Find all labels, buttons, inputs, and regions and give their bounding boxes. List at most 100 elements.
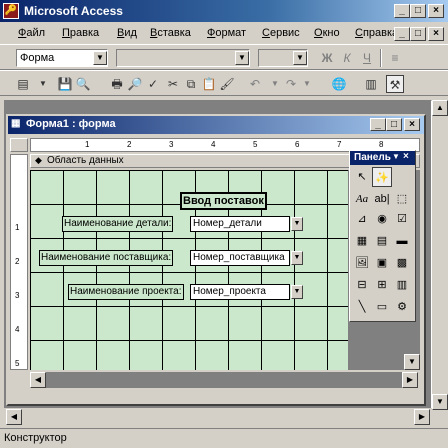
- page-break-icon[interactable]: ⊟: [352, 275, 372, 295]
- form-scroll-right[interactable]: ▶: [402, 372, 418, 388]
- rectangle-tool-icon[interactable]: ▭: [372, 297, 392, 317]
- bound-object-frame-icon[interactable]: ▩: [392, 253, 412, 273]
- toggle-button-icon[interactable]: ⊿: [352, 209, 372, 229]
- tab-control-icon[interactable]: ⊞: [372, 275, 392, 295]
- bold-button[interactable]: Ж: [318, 49, 336, 67]
- option-button-icon[interactable]: ◉: [372, 209, 392, 229]
- ruler-number: 1: [15, 223, 20, 232]
- form-maximize-button[interactable]: □: [386, 118, 402, 131]
- toolbox-toggle-icon[interactable]: ⚒: [386, 75, 404, 93]
- font-size-dropdown[interactable]: ▼: [293, 51, 307, 65]
- ruler-number: 1: [85, 140, 90, 149]
- doc-close-button[interactable]: ×: [428, 27, 444, 41]
- select-objects-icon[interactable]: ↖: [352, 167, 372, 187]
- font-combo[interactable]: [116, 49, 250, 67]
- close-button[interactable]: ×: [428, 4, 444, 18]
- workspace-horizontal-scrollbar[interactable]: [4, 408, 432, 426]
- workspace-scroll-up[interactable]: ▲: [432, 100, 448, 116]
- form-selector[interactable]: [10, 138, 28, 152]
- vertical-ruler[interactable]: 1 2 3 4 5: [10, 154, 28, 370]
- menu-help[interactable]: Справка: [355, 27, 398, 39]
- print-icon[interactable]: 🖶: [108, 75, 126, 93]
- toolbox-menu-icon[interactable]: ▼: [392, 152, 400, 161]
- combo-box-tool-icon[interactable]: ▦: [352, 231, 372, 251]
- access-app-icon[interactable]: 🔑: [3, 3, 19, 19]
- workspace-scroll-down[interactable]: ▼: [432, 394, 448, 410]
- detail-combo-dropdown[interactable]: ▼: [291, 217, 303, 231]
- line-tool-icon[interactable]: ╲: [352, 297, 372, 317]
- italic-button[interactable]: К: [338, 49, 356, 67]
- detail-label[interactable]: Наименование детали:: [62, 216, 174, 232]
- project-label[interactable]: Наименование проекта:: [68, 284, 184, 300]
- form-close-button[interactable]: ×: [404, 118, 420, 131]
- supplier-label[interactable]: Наименование поставщика:: [39, 250, 174, 266]
- toolbar-separator: [380, 49, 382, 67]
- option-group-icon[interactable]: ⬚: [392, 189, 412, 209]
- menu-tools[interactable]: Сервис: [262, 27, 300, 39]
- view-dropdown-icon[interactable]: ▼: [34, 75, 52, 93]
- underline-button[interactable]: Ч: [358, 49, 376, 67]
- cut-icon[interactable]: ✂: [164, 75, 182, 93]
- app-title-bar: 🔑 Microsoft Access _ □ ×: [0, 0, 448, 22]
- copy-icon[interactable]: ⧉: [182, 75, 200, 93]
- formatting-toolbar: Форма ▼ ▼ ▼ Ж К Ч ≡: [0, 44, 448, 70]
- print-preview-icon[interactable]: 🔎: [126, 75, 144, 93]
- form-scroll-down[interactable]: ▼: [404, 354, 420, 370]
- toolbox-panel: Панель ▼ × ↖ ✨ Aa ab| ⬚ ⊿ ◉ ☑ ▦ ▤ ▬ 🖼 ▣ …: [349, 150, 416, 322]
- doc-restore-button[interactable]: □: [410, 27, 426, 41]
- ruler-number: 2: [127, 140, 132, 149]
- section-label: Область данных: [47, 155, 124, 166]
- form-icon: ▦: [11, 118, 21, 129]
- supplier-combo-dropdown[interactable]: ▼: [291, 251, 303, 265]
- form-scroll-left[interactable]: ◀: [30, 372, 46, 388]
- form-horizontal-scrollbar[interactable]: [30, 372, 402, 388]
- align-left-icon[interactable]: ≡: [386, 49, 404, 67]
- label-tool-icon[interactable]: Aa: [352, 189, 372, 209]
- heading-label[interactable]: Ввод поставок: [180, 192, 267, 210]
- list-box-tool-icon[interactable]: ▤: [372, 231, 392, 251]
- workspace-scroll-left[interactable]: ◀: [6, 409, 22, 425]
- hyperlink-icon[interactable]: 🌐: [330, 75, 348, 93]
- menu-window[interactable]: Окно: [314, 27, 340, 39]
- checkbox-tool-icon[interactable]: ☑: [392, 209, 412, 229]
- maximize-button[interactable]: □: [410, 4, 426, 18]
- menu-format[interactable]: Формат: [207, 27, 246, 39]
- minimize-button[interactable]: _: [394, 4, 410, 18]
- search-icon[interactable]: 🔍: [74, 75, 92, 93]
- menu-insert[interactable]: Вставка: [150, 27, 191, 39]
- font-combo-dropdown[interactable]: ▼: [235, 51, 249, 65]
- subform-icon[interactable]: ▥: [392, 275, 412, 295]
- paste-icon[interactable]: 📋: [200, 75, 218, 93]
- control-wizards-icon[interactable]: ✨: [372, 167, 392, 187]
- unbound-object-frame-icon[interactable]: ▣: [372, 253, 392, 273]
- view-icon[interactable]: ▤: [14, 75, 32, 93]
- image-tool-icon[interactable]: 🖼: [352, 253, 372, 273]
- undo-icon[interactable]: ↶: [246, 75, 264, 93]
- ruler-number: 3: [15, 291, 20, 300]
- textbox-tool-icon[interactable]: ab|: [372, 189, 392, 209]
- detail-combo-field[interactable]: Номер_детали: [190, 216, 290, 232]
- menu-file[interactable]: Файл: [18, 27, 45, 39]
- status-bar: Конструктор: [0, 428, 448, 448]
- project-combo-field[interactable]: Номер_проекта: [190, 284, 290, 300]
- menu-view[interactable]: Вид: [117, 27, 137, 39]
- save-icon[interactable]: 💾: [56, 75, 74, 93]
- command-button-icon[interactable]: ▬: [392, 231, 412, 251]
- workspace-scroll-right[interactable]: ▶: [414, 409, 430, 425]
- workspace-vertical-scrollbar[interactable]: [432, 100, 448, 408]
- spelling-icon[interactable]: ✓: [144, 75, 162, 93]
- ruler-number: 3: [169, 140, 174, 149]
- more-controls-icon[interactable]: ⚙: [392, 297, 412, 317]
- menu-edit[interactable]: Правка: [62, 27, 99, 39]
- redo-dropdown-icon[interactable]: ▼: [298, 75, 316, 93]
- ruler-number: 5: [15, 359, 20, 368]
- doc-minimize-button[interactable]: _: [394, 27, 410, 41]
- toolbox-title-bar[interactable]: Панель ▼ ×: [350, 151, 415, 165]
- supplier-combo-field[interactable]: Номер_поставщика: [190, 250, 290, 266]
- toolbox-close-icon[interactable]: ×: [403, 151, 409, 162]
- form-minimize-button[interactable]: _: [370, 118, 386, 131]
- object-combo-dropdown[interactable]: ▼: [93, 51, 107, 65]
- project-combo-dropdown[interactable]: ▼: [291, 285, 303, 299]
- format-painter-icon[interactable]: 🖌: [218, 75, 236, 93]
- field-list-icon[interactable]: ▥: [362, 75, 380, 93]
